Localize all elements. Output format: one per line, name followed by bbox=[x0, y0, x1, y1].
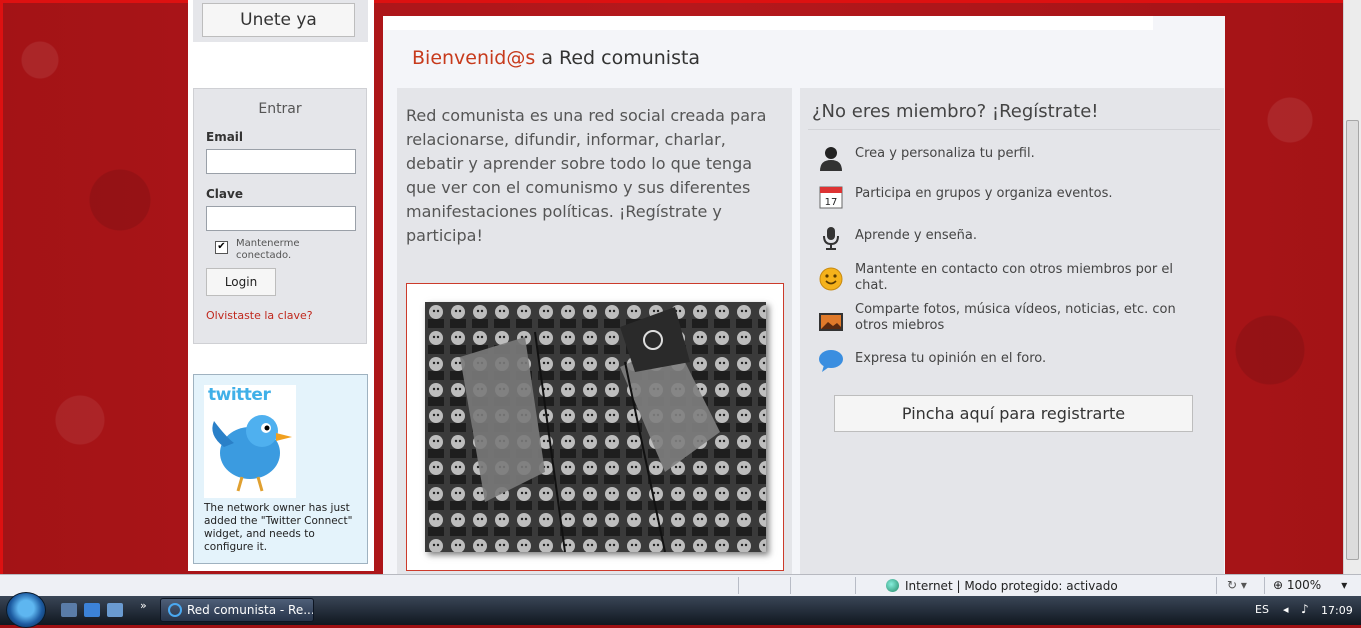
register-button[interactable]: Pincha aquí para registrarte bbox=[834, 395, 1193, 432]
zoom-level: 100% bbox=[1286, 578, 1322, 592]
globe-icon bbox=[886, 579, 899, 592]
twitter-widget: twitter The network owner has just added… bbox=[193, 374, 368, 564]
feature-text: Aprende y enseña. bbox=[855, 228, 977, 243]
clock[interactable]: 17:09 bbox=[1321, 604, 1353, 617]
twitter-notice: The network owner has just added the "Tw… bbox=[204, 502, 353, 553]
left-sidebar: Unete ya Entrar Email Clave ✔ Mantenerme… bbox=[188, 0, 374, 571]
status-bar: Internet | Modo protegido: activado ↻ ▾ … bbox=[0, 574, 1361, 596]
switch-windows-icon[interactable] bbox=[84, 603, 100, 617]
welcome-suffix: a Red comunista bbox=[541, 47, 701, 69]
security-zone-text: Internet | Modo protegido: activado bbox=[905, 579, 1118, 593]
calendar-day: 17 bbox=[825, 197, 838, 208]
email-label: Email bbox=[206, 130, 244, 144]
quicklaunch-overflow-icon[interactable]: » bbox=[140, 599, 147, 612]
join-button[interactable]: Unete ya bbox=[202, 3, 355, 37]
feature-item: Expresa tu opinión en el foro. bbox=[818, 348, 1198, 380]
login-title: Entrar bbox=[258, 101, 302, 117]
status-separator bbox=[790, 577, 791, 594]
network-icon[interactable]: ◂ bbox=[1283, 603, 1289, 616]
zoom-icon: ⊕ bbox=[1273, 578, 1287, 592]
feature-item: Aprende y enseña. bbox=[818, 225, 1198, 257]
welcome-heading: Bienvenid@s a Red comunista bbox=[412, 47, 700, 69]
feature-item: Mantente en contacto con otros miembros … bbox=[818, 262, 1198, 298]
login-box: Entrar Email Clave ✔ Mantenerme conectad… bbox=[193, 88, 367, 344]
feature-item: Crea y personaliza tu perfil. bbox=[818, 145, 1198, 177]
chevron-down-icon: ▾ bbox=[1341, 578, 1348, 592]
language-indicator[interactable]: ES bbox=[1255, 603, 1269, 616]
ie-icon bbox=[168, 603, 182, 617]
password-field[interactable] bbox=[206, 206, 356, 231]
protected-mode-icon[interactable]: ↻ ▾ bbox=[1227, 578, 1247, 592]
remember-label: Mantenerme conectado. bbox=[236, 238, 300, 262]
register-divider bbox=[808, 129, 1220, 130]
email-field[interactable] bbox=[206, 149, 356, 174]
microphone-icon bbox=[818, 225, 844, 251]
person-icon bbox=[818, 145, 844, 171]
register-title: ¿No eres miembro? ¡Regístrate! bbox=[812, 101, 1099, 122]
vertical-scrollbar[interactable] bbox=[1343, 0, 1361, 574]
show-desktop-icon[interactable] bbox=[61, 603, 77, 617]
forgot-password-link[interactable]: Olvistaste la clave? bbox=[206, 309, 313, 322]
protest-photo bbox=[425, 302, 766, 552]
status-separator bbox=[738, 577, 739, 594]
main-panel-top-strip bbox=[383, 16, 1153, 30]
status-separator bbox=[1264, 577, 1265, 594]
feature-text: Mantente en contacto con otros miembros … bbox=[855, 262, 1173, 293]
status-separator bbox=[855, 577, 856, 594]
taskbar: » Red comunista - Re... ES ◂ ♪ 17:09 bbox=[0, 592, 1361, 628]
system-tray: ES ◂ ♪ 17:09 bbox=[1245, 596, 1361, 625]
remember-checkbox[interactable]: ✔ bbox=[215, 241, 228, 254]
explorer-icon[interactable] bbox=[107, 603, 123, 617]
start-button[interactable] bbox=[6, 592, 46, 628]
remember-label-line2: conectado. bbox=[236, 250, 292, 261]
volume-icon[interactable]: ♪ bbox=[1301, 602, 1309, 616]
taskbar-window-title: Red comunista - Re... bbox=[187, 603, 314, 617]
join-box: Unete ya bbox=[193, 0, 368, 42]
calendar-icon: 17 bbox=[818, 184, 844, 210]
taskbar-window-button[interactable]: Red comunista - Re... bbox=[160, 598, 314, 622]
protest-photo-frame bbox=[406, 283, 784, 571]
feature-item: Comparte fotos, música vídeos, noticias,… bbox=[818, 302, 1198, 341]
feature-text: Participa en grupos y organiza eventos. bbox=[855, 186, 1113, 201]
scrollbar-thumb[interactable] bbox=[1346, 120, 1359, 560]
speech-bubble-icon bbox=[818, 348, 844, 374]
window-frame-left bbox=[0, 0, 3, 574]
smiley-icon bbox=[818, 266, 844, 292]
zoom-control[interactable]: ⊕ 100% ▾ bbox=[1273, 578, 1347, 592]
welcome-prefix: Bienvenid@s bbox=[412, 47, 536, 69]
feature-text: Expresa tu opinión en el foro. bbox=[855, 351, 1047, 366]
feature-text: Comparte fotos, música vídeos, noticias,… bbox=[855, 302, 1176, 333]
twitter-bird-image: twitter bbox=[204, 385, 296, 498]
login-button[interactable]: Login bbox=[206, 268, 276, 296]
remember-label-line1: Mantenerme bbox=[236, 238, 300, 249]
photo-icon bbox=[818, 309, 844, 335]
status-separator bbox=[1216, 577, 1217, 594]
feature-text: Crea y personaliza tu perfil. bbox=[855, 146, 1035, 161]
feature-item: 17 Participa en grupos y organiza evento… bbox=[818, 184, 1198, 216]
password-label: Clave bbox=[206, 187, 243, 201]
intro-text: Red comunista es una red social creada p… bbox=[406, 106, 767, 245]
